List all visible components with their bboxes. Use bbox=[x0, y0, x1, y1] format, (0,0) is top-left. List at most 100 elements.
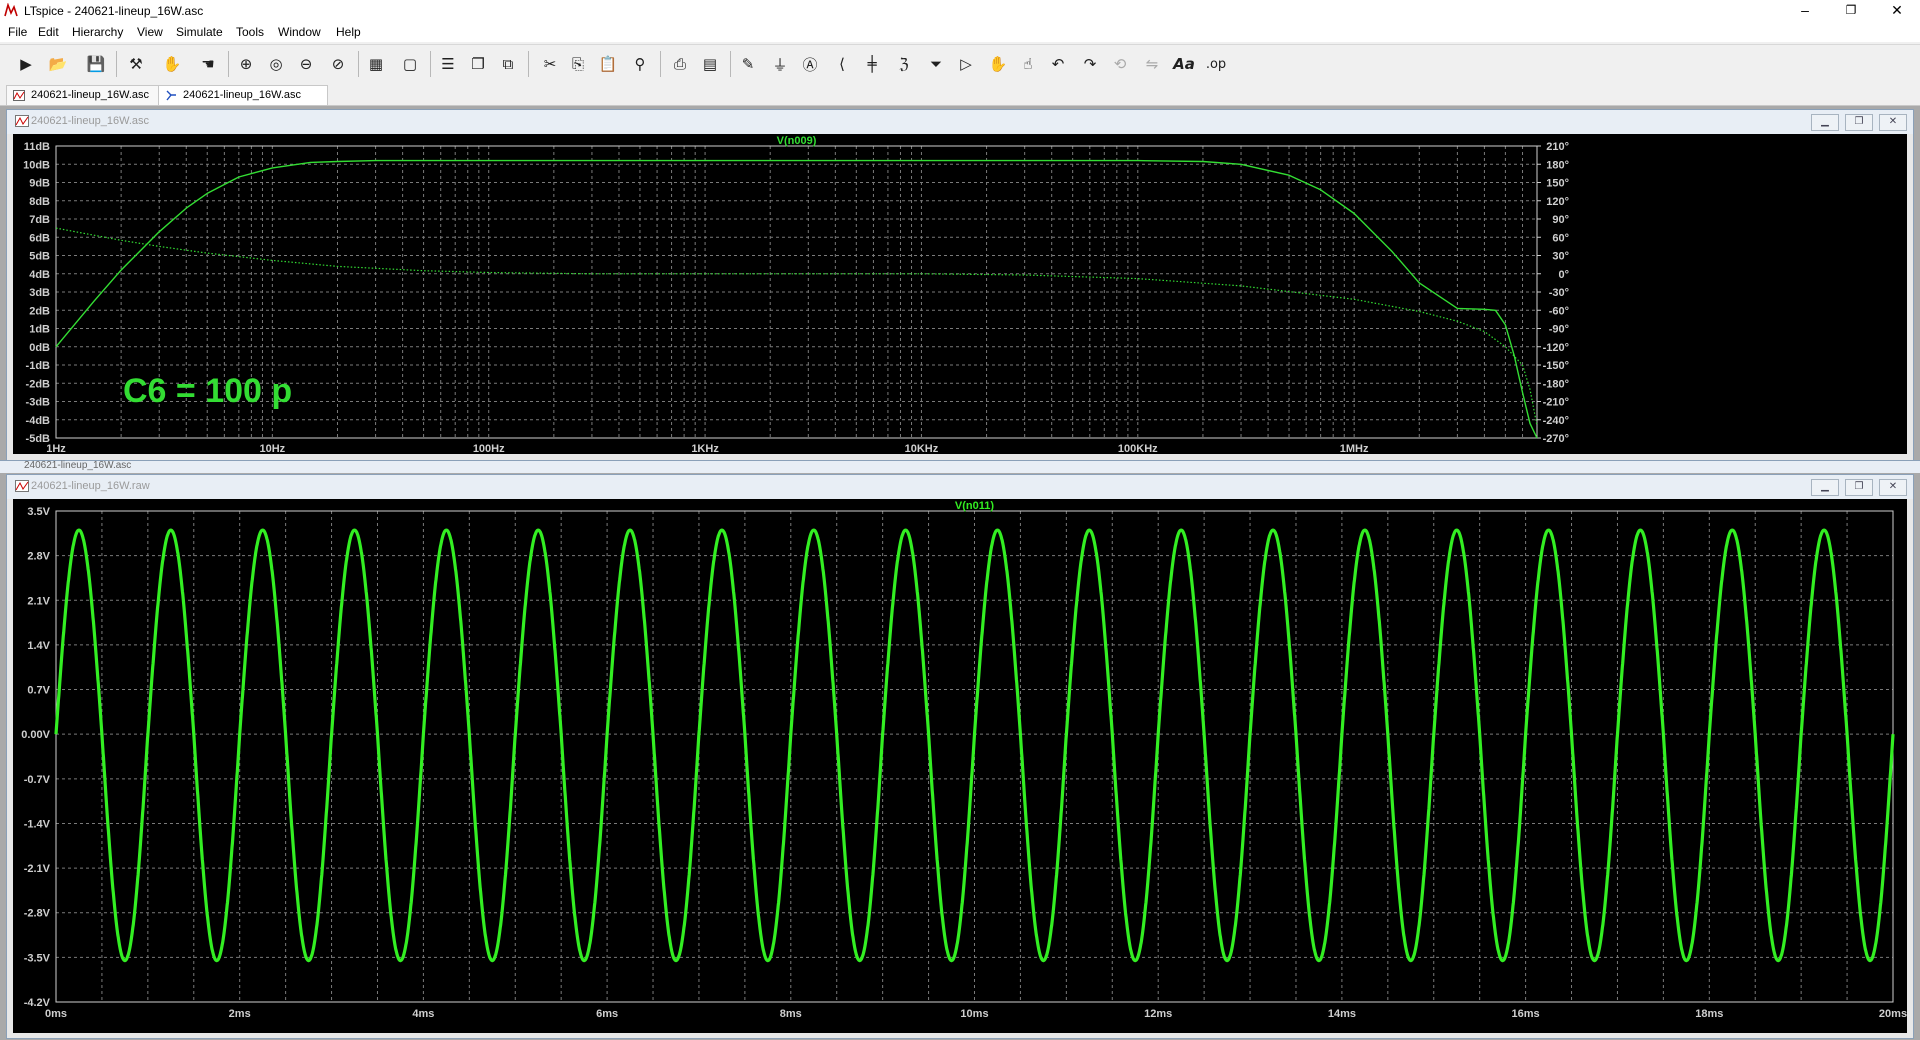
pane-maximize-button[interactable]: ❐ bbox=[1845, 114, 1873, 131]
inductor-icon[interactable]: ℨ bbox=[892, 52, 916, 76]
trace-label: V(n011) bbox=[955, 500, 994, 512]
autorange-icon[interactable]: ▦ bbox=[364, 52, 388, 76]
y-tick-label: -3dB bbox=[26, 397, 51, 409]
y-tick-label: -4dB bbox=[26, 415, 51, 427]
resistor-icon[interactable]: ⟨ bbox=[830, 52, 854, 76]
y-tick-label: -3.5V bbox=[24, 952, 51, 964]
rotate-icon[interactable]: ⟲ bbox=[1108, 52, 1132, 76]
minimize-button[interactable]: – bbox=[1782, 0, 1828, 22]
menu-simulate[interactable]: Simulate bbox=[176, 25, 223, 39]
x-tick-label: 4ms bbox=[412, 1008, 434, 1020]
fit-icon[interactable]: ▢ bbox=[398, 52, 422, 76]
label-icon[interactable]: Ⓐ bbox=[798, 52, 822, 76]
diode-icon[interactable]: ⏷ bbox=[924, 52, 948, 76]
document-tabs: 240621-lineup_16W.asc 240621-lineup_16W.… bbox=[0, 83, 1920, 106]
y-tick-label: 6dB bbox=[29, 232, 50, 244]
tab-schematic[interactable]: 240621-lineup_16W.asc bbox=[158, 85, 328, 105]
schematic-icon bbox=[166, 90, 176, 101]
pane-close-button[interactable]: ✕ bbox=[1879, 114, 1907, 131]
ac-plot-area[interactable]: 11dB 10dB 9dB 8dB 7dB 6dB 5dB 4dB 3dB 2dB 1dB 0dB -1… bbox=[13, 134, 1907, 455]
pane-title: 240621-lineup_16W.raw bbox=[31, 480, 150, 492]
print-icon[interactable]: ⎙ bbox=[668, 52, 692, 76]
paste-icon[interactable]: 📋 bbox=[596, 52, 620, 76]
cut-icon[interactable]: ✂ bbox=[538, 52, 562, 76]
zoom-in-icon[interactable]: ⊕ bbox=[234, 52, 258, 76]
y2-tick-label: -60° bbox=[1549, 305, 1569, 317]
x-tick-label: 8ms bbox=[780, 1008, 802, 1020]
y-tick-label: -2.8V bbox=[24, 908, 51, 920]
menu-tools[interactable]: Tools bbox=[236, 25, 264, 39]
pane-maximize-button[interactable]: ❐ bbox=[1845, 479, 1873, 496]
print-setup-icon[interactable]: ▤ bbox=[698, 52, 722, 76]
menu-window[interactable]: Window bbox=[278, 25, 321, 39]
toolbar: ▶ 📂 💾 ⚒ ✋ ☚ ⊕ ◎ ⊖ ⊘ ▦ ▢ ☰ ❐ ⧉ ✂ ⎘ 📋 ⚲ ⎙ … bbox=[0, 44, 1920, 84]
menu-view[interactable]: View bbox=[137, 25, 163, 39]
open-icon[interactable]: 📂 bbox=[46, 52, 70, 76]
waveform-pane-ac: 240621-lineup_16W.asc ▁ ❐ ✕ 11dB 10dB 9dB 8… bbox=[6, 109, 1914, 461]
x-tick-label: 18ms bbox=[1695, 1008, 1723, 1020]
y2-tick-label: -120° bbox=[1543, 342, 1569, 354]
y2-tick-label: -180° bbox=[1543, 378, 1569, 390]
x-tick-label: 2ms bbox=[229, 1008, 251, 1020]
y-tick-label: -0.7V bbox=[24, 774, 51, 786]
capacitor-icon[interactable]: ╪ bbox=[860, 52, 884, 76]
tile-vertical-icon[interactable]: ⧉ bbox=[496, 52, 520, 76]
tab-waveform[interactable]: 240621-lineup_16W.asc bbox=[6, 85, 164, 105]
menu-help[interactable]: Help bbox=[336, 25, 361, 39]
close-button[interactable]: ✕ bbox=[1874, 0, 1920, 22]
zoom-cancel-icon[interactable]: ⊘ bbox=[326, 52, 350, 76]
window-titlebar: LTspice - 240621-lineup_16W.asc – ❐ ✕ bbox=[0, 0, 1920, 22]
pane-close-button[interactable]: ✕ bbox=[1879, 479, 1907, 496]
redo-icon[interactable]: ↷ bbox=[1078, 52, 1102, 76]
label-net-icon[interactable]: ✎ bbox=[736, 52, 760, 76]
pane-minimize-button[interactable]: ▁ bbox=[1811, 479, 1839, 496]
drag-icon[interactable]: ☝ bbox=[1016, 52, 1040, 76]
cascade-icon[interactable]: ❐ bbox=[466, 52, 490, 76]
y2-tick-label: 0° bbox=[1558, 269, 1569, 281]
tab-label: 240621-lineup_16W.asc bbox=[183, 89, 302, 101]
pane-title: 240621-lineup_16W.asc bbox=[31, 115, 150, 127]
y-tick-label: 0.7V bbox=[27, 685, 50, 697]
find-icon[interactable]: ⚲ bbox=[628, 52, 652, 76]
spice-directive-icon[interactable]: .op bbox=[1204, 52, 1228, 76]
x-tick-label: 1Hz bbox=[46, 443, 66, 454]
y-tick-label: -1.4V bbox=[24, 818, 51, 830]
halt-icon[interactable]: ✋ bbox=[160, 52, 184, 76]
minimized-pane[interactable]: 240621-lineup_16W.asc bbox=[0, 460, 1920, 473]
mdi-area: 240621-lineup_16W.asc ▁ ❐ ✕ 11dB 10dB 9dB 8… bbox=[0, 106, 1920, 1040]
mirror-icon[interactable]: ⇋ bbox=[1140, 52, 1164, 76]
trace-label: V(n009) bbox=[777, 135, 817, 147]
y-tick-label: 3dB bbox=[29, 287, 50, 299]
menu-edit[interactable]: Edit bbox=[38, 25, 59, 39]
copy-icon[interactable]: ⎘ bbox=[566, 52, 590, 76]
tile-horizontal-icon[interactable]: ☰ bbox=[436, 52, 460, 76]
pane-minimize-button[interactable]: ▁ bbox=[1811, 114, 1839, 131]
y2-tick-label: 30° bbox=[1552, 251, 1569, 263]
y-tick-label: 0dB bbox=[29, 342, 50, 354]
pan-icon[interactable]: ☚ bbox=[196, 52, 220, 76]
control-panel-icon[interactable]: ⚒ bbox=[124, 52, 148, 76]
zoom-area-icon[interactable]: ◎ bbox=[264, 52, 288, 76]
x-tick-label: 6ms bbox=[596, 1008, 618, 1020]
menu-hierarchy[interactable]: Hierarchy bbox=[72, 25, 123, 39]
annotation-text: C6 = 100 p bbox=[123, 372, 292, 410]
text-icon[interactable]: Aa bbox=[1172, 52, 1196, 76]
ground-icon[interactable]: ⏚ bbox=[768, 52, 792, 76]
y-tick-label: 3.5V bbox=[27, 506, 50, 518]
menu-file[interactable]: File bbox=[8, 25, 27, 39]
y-tick-label: -2.1V bbox=[24, 863, 51, 875]
zoom-out-icon[interactable]: ⊖ bbox=[294, 52, 318, 76]
y2-tick-label: -240° bbox=[1543, 415, 1569, 427]
x-tick-label: 10Hz bbox=[260, 443, 286, 454]
undo-icon[interactable]: ↶ bbox=[1046, 52, 1070, 76]
run-icon[interactable]: ▶ bbox=[14, 52, 38, 76]
tran-plot-area[interactable]: 3.5V 2.8V 2.1V 1.4V 0.7V 0.00V -0.7V -1.4V -2.1V… bbox=[13, 499, 1907, 1033]
waveform-pane-tran: 240621-lineup_16W.raw ▁ ❐ ✕ 3.5V 2.8V 2.1V… bbox=[6, 474, 1914, 1039]
move-icon[interactable]: ✋ bbox=[986, 52, 1010, 76]
x-tick-label: 16ms bbox=[1512, 1008, 1540, 1020]
component-icon[interactable]: ▷ bbox=[954, 52, 978, 76]
ltspice-logo-icon bbox=[4, 3, 18, 17]
pane-titlebar: 240621-lineup_16W.asc ▁ ❐ ✕ bbox=[7, 110, 1913, 134]
save-icon[interactable]: 💾 bbox=[84, 52, 108, 76]
restore-button[interactable]: ❐ bbox=[1828, 0, 1874, 22]
